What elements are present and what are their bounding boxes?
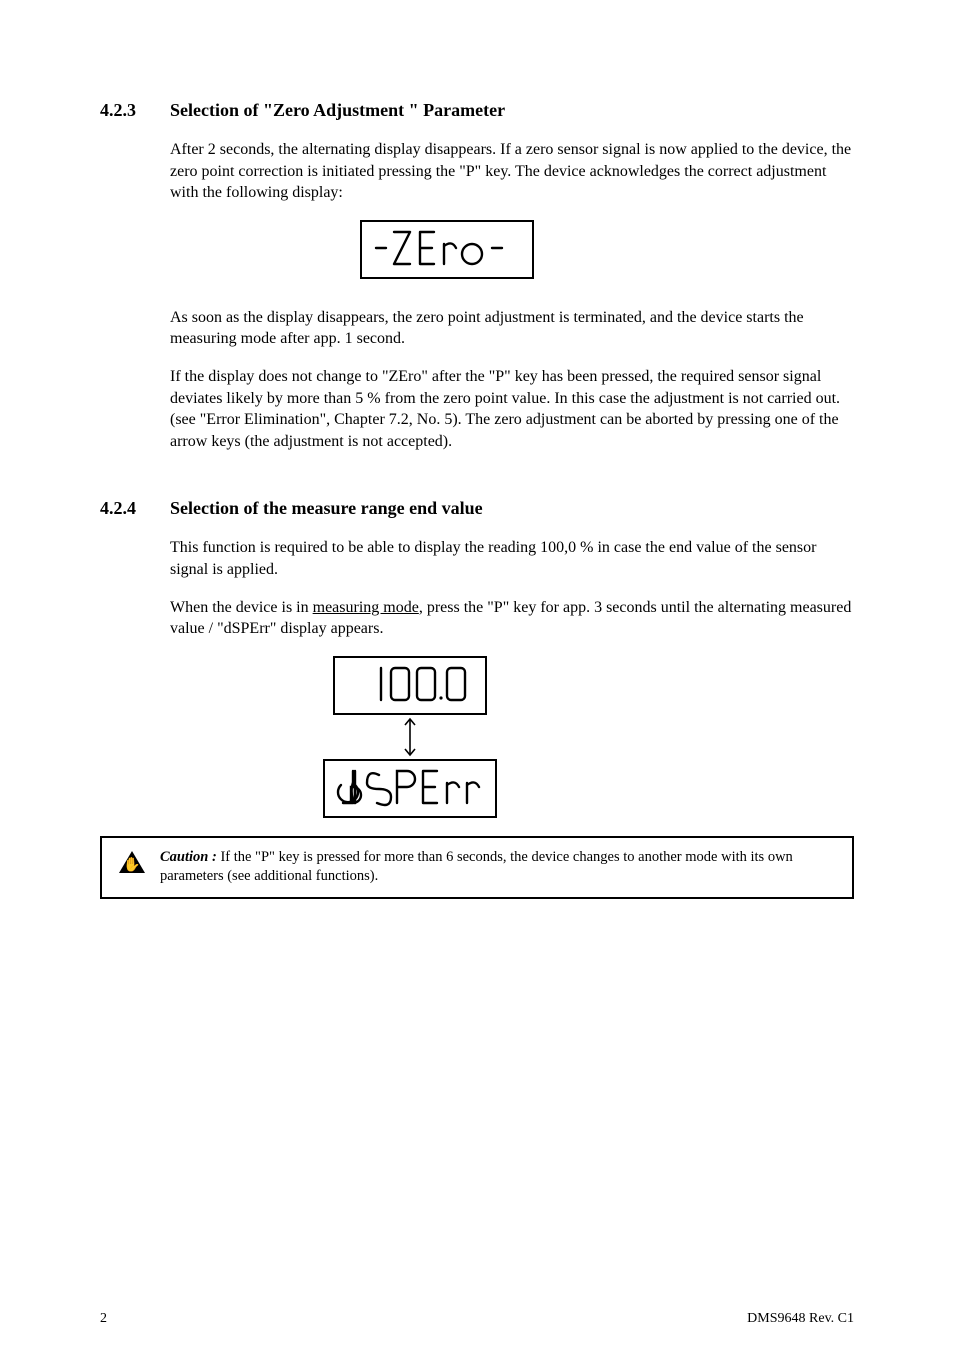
- paragraph-text: This function is required to be able to …: [170, 537, 854, 580]
- lcd-box-bottom: [323, 759, 497, 818]
- seven-segment-dsperr-icon: [335, 765, 485, 809]
- caution-label: Caution :: [160, 849, 217, 865]
- caution-box: ✋ Caution : If the "P" key is pressed fo…: [100, 836, 854, 899]
- double-arrow-icon: [400, 715, 420, 759]
- lcd-display-zero: [360, 220, 854, 279]
- doc-revision: DMS9648 Rev. C1: [747, 1311, 854, 1327]
- caution-body: If the "P" key is pressed for more than …: [160, 849, 793, 885]
- warning-triangle-icon: ✋: [118, 850, 146, 874]
- lcd-box: [360, 220, 534, 279]
- section-title-zero-adjustment: Selection of "Zero Adjustment " Paramete…: [170, 100, 854, 121]
- paragraph-text: After 2 seconds, the alternating display…: [170, 139, 854, 204]
- document-page: 4.2.3 Selection of "Zero Adjustment " Pa…: [0, 0, 954, 1351]
- caution-text: Caution : If the "P" key is pressed for …: [160, 848, 836, 887]
- paragraph-text: When the device is in measuring mode, pr…: [170, 597, 854, 640]
- lcd-box-top: [333, 656, 487, 715]
- page-number: 2: [100, 1311, 107, 1327]
- lcd-alternating-display: [310, 656, 510, 818]
- paragraph-text: As soon as the display disappears, the z…: [170, 307, 854, 350]
- section-title-measure-range-end: Selection of the measure range end value: [170, 498, 854, 519]
- underlined-text: measuring mode: [313, 599, 419, 616]
- svg-text:✋: ✋: [123, 856, 140, 872]
- seven-segment-zero-icon: [372, 226, 522, 270]
- paragraph-text: If the display does not change to "ZEro"…: [170, 366, 854, 452]
- seven-segment-100-icon: [345, 662, 475, 706]
- section-number-4-2-3: 4.2.3: [100, 100, 170, 121]
- section-number-4-2-4: 4.2.4: [100, 498, 170, 519]
- text-fragment: When the device is in: [170, 599, 313, 616]
